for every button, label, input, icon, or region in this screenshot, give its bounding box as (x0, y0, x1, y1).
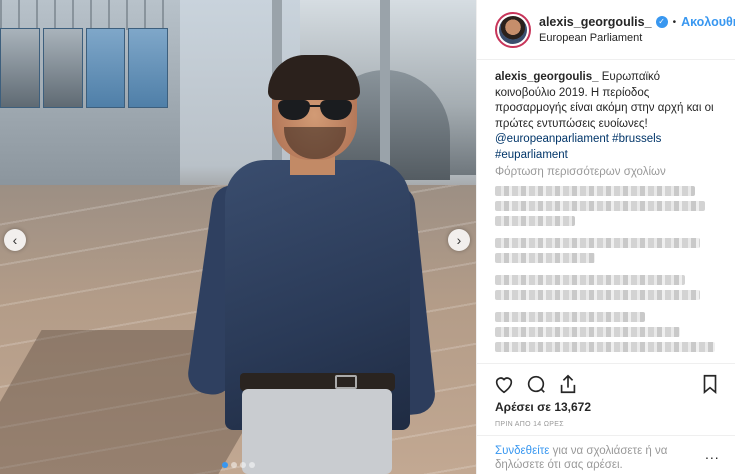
list-item (495, 290, 700, 300)
person (185, 55, 440, 474)
list-item (495, 186, 695, 196)
hashtag-link[interactable]: #brussels (612, 133, 661, 145)
action-bar (477, 363, 735, 403)
list-item (495, 253, 595, 263)
share-icon[interactable] (557, 373, 579, 395)
carousel-dot[interactable] (239, 462, 246, 468)
username[interactable]: alexis_georgoulis_ (539, 15, 652, 29)
list-item (495, 216, 575, 226)
carousel-next-button[interactable]: › (448, 229, 470, 251)
avatar[interactable] (495, 12, 531, 48)
login-link[interactable]: Συνδεθείτε (495, 445, 549, 457)
list-item (495, 342, 715, 352)
separator-dot: • (672, 16, 677, 28)
post-header: alexis_georgoulis_ ✓ • Ακολουθήστε Europ… (477, 0, 735, 60)
comment-icon[interactable] (525, 373, 547, 395)
location[interactable]: European Parliament (539, 32, 642, 44)
post-photo: ‹ › (0, 0, 476, 474)
mention-link[interactable]: @europeanparliament (495, 133, 609, 145)
list-item (495, 327, 680, 337)
carousel-prev-button[interactable]: ‹ (4, 229, 26, 251)
carousel-dots (0, 462, 476, 468)
more-options-icon[interactable]: ... (705, 446, 720, 462)
sunglasses (278, 100, 352, 120)
carousel-dot[interactable] (221, 462, 228, 468)
bookmark-icon[interactable] (699, 373, 721, 395)
list-item (495, 238, 700, 248)
list-item (495, 201, 705, 211)
likes-count[interactable]: Αρέσει σε 13,672 (495, 400, 591, 414)
follow-button[interactable]: Ακολουθήστε (681, 15, 735, 29)
verified-icon: ✓ (655, 16, 668, 28)
comments-list (495, 186, 720, 357)
carousel-dot[interactable] (248, 462, 255, 468)
list-item (495, 312, 645, 322)
heart-icon[interactable] (493, 373, 515, 395)
timestamp: ΠΡΙΝ ΑΠΟ 14 ΩΡΕΣ (495, 421, 564, 428)
post-side-panel: alexis_georgoulis_ ✓ • Ακολουθήστε Europ… (476, 0, 735, 474)
caption-username[interactable]: alexis_georgoulis_ (495, 71, 599, 83)
caption: alexis_georgoulis_ Ευρωπαϊκό κοινοβούλιο… (495, 70, 723, 163)
banners (0, 28, 168, 108)
carousel-dot[interactable] (230, 462, 237, 468)
hashtag-link[interactable]: #euparliament (495, 149, 568, 161)
instagram-post: ‹ › alexis_georgoulis_ ✓ • Ακολουθήστε E… (0, 0, 735, 474)
load-more-comments[interactable]: Φόρτωση περισσότερων σχολίων (495, 166, 666, 178)
list-item (495, 275, 685, 285)
login-prompt: Συνδεθείτε για να σχολιάσετε ή να δηλώσε… (477, 435, 735, 474)
